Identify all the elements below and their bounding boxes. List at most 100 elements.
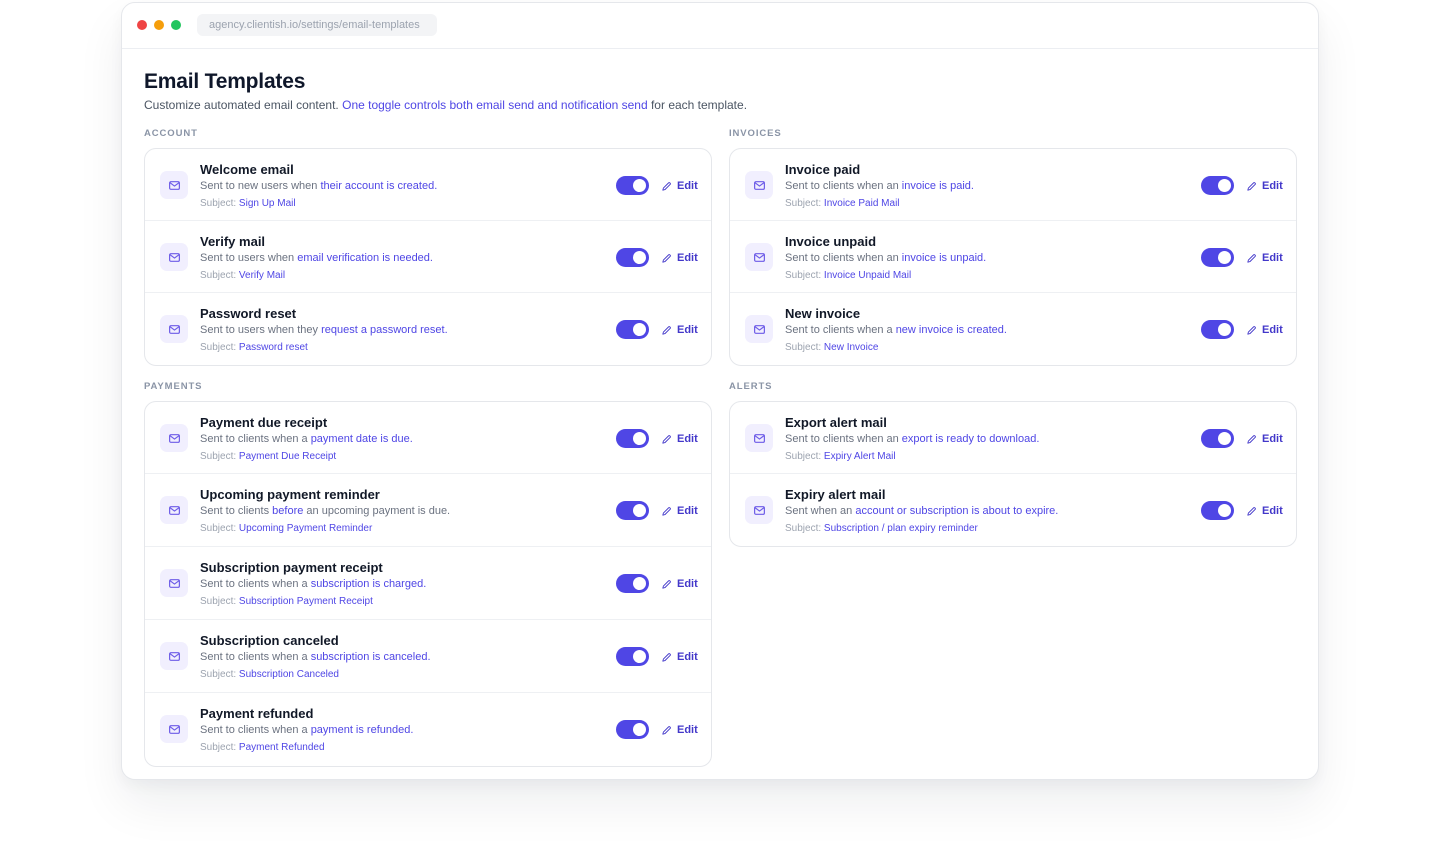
template-name: Invoice paid — [785, 162, 861, 177]
enable-toggle[interactable] — [616, 248, 649, 267]
pencil-icon — [662, 652, 671, 662]
pencil-icon — [662, 725, 671, 735]
template-row: Payment due receipt Sent to clients when… — [145, 402, 711, 474]
edit-button[interactable]: Edit — [1246, 178, 1283, 194]
edit-button[interactable]: Edit — [661, 722, 698, 738]
subject-value: Subscription / plan expiry reminder — [823, 523, 978, 534]
mail-icon — [745, 424, 773, 452]
enable-toggle[interactable] — [616, 501, 649, 520]
edit-button[interactable]: Edit — [661, 431, 698, 447]
template-name: Welcome email — [200, 162, 294, 177]
template-subject: Subject: Password reset — [200, 341, 600, 355]
template-description-text: Sent to clients when an — [785, 180, 902, 192]
toggle-knob — [633, 723, 646, 736]
toggle-knob — [633, 504, 646, 517]
section-title: ACCOUNT — [144, 128, 198, 139]
template-subject: Subject: Subscription Payment Receipt — [200, 595, 600, 609]
edit-button[interactable]: Edit — [661, 250, 698, 266]
mail-icon — [745, 243, 773, 271]
pencil-icon — [662, 253, 671, 263]
toggle-knob — [1218, 504, 1231, 517]
subject-label: Subject: — [200, 451, 239, 462]
subject-value: Expiry Alert Mail — [823, 451, 896, 462]
edit-button[interactable]: Edit — [661, 649, 698, 665]
enable-toggle[interactable] — [616, 647, 649, 666]
enable-toggle[interactable] — [1201, 320, 1234, 339]
template-row: Upcoming payment reminder Sent to client… — [145, 474, 711, 547]
template-row: Invoice paid Sent to clients when an inv… — [730, 149, 1296, 221]
template-row: Expiry alert mail Sent when an account o… — [730, 474, 1296, 546]
edit-button[interactable]: Edit — [1246, 503, 1283, 519]
edit-label: Edit — [677, 505, 698, 517]
template-name: Invoice unpaid — [785, 234, 877, 249]
edit-label: Edit — [677, 324, 698, 336]
subject-label: Subject: — [200, 342, 239, 353]
edit-button[interactable]: Edit — [1246, 322, 1283, 338]
template-name: Password reset — [200, 306, 297, 321]
pencil-icon — [1247, 325, 1256, 335]
edit-button[interactable]: Edit — [661, 503, 698, 519]
edit-button[interactable]: Edit — [661, 576, 698, 592]
edit-label: Edit — [677, 651, 698, 663]
subject-label: Subject: — [785, 270, 824, 281]
template-name: Verify mail — [200, 234, 266, 249]
template-row: Subscription canceled Sent to clients wh… — [145, 620, 711, 693]
enable-toggle[interactable] — [616, 176, 649, 195]
template-description: Sent to users when they request a passwo… — [200, 323, 600, 338]
template-subject: Subject: Payment Due Receipt — [200, 450, 600, 464]
template-description-highlight: payment is refunded. — [310, 724, 414, 736]
section-title: PAYMENTS — [144, 381, 203, 392]
subject-value: Payment Refunded — [238, 742, 325, 753]
edit-button[interactable]: Edit — [661, 322, 698, 338]
page-description-suffix: for each template. — [647, 98, 748, 112]
template-description-highlight: before — [272, 505, 304, 517]
template-card: Invoice paid Sent to clients when an inv… — [729, 148, 1297, 366]
template-description-text: Sent to clients — [200, 505, 273, 517]
template-description: Sent to clients when an export is ready … — [785, 432, 1185, 447]
template-subject: Subject: Verify Mail — [200, 269, 600, 283]
enable-toggle[interactable] — [1201, 429, 1234, 448]
maximize-window-button[interactable] — [171, 20, 181, 30]
edit-button[interactable]: Edit — [661, 178, 698, 194]
enable-toggle[interactable] — [616, 574, 649, 593]
template-subject: Subject: Sign Up Mail — [200, 197, 600, 211]
subject-label: Subject: — [785, 451, 824, 462]
template-subject: Subject: Expiry Alert Mail — [785, 450, 1185, 464]
subject-value: Invoice Unpaid Mail — [823, 270, 912, 281]
enable-toggle[interactable] — [616, 320, 649, 339]
template-description: Sent to clients when an invoice is paid. — [785, 179, 1185, 194]
template-description-text: Sent to clients when a — [200, 578, 311, 590]
enable-toggle[interactable] — [1201, 176, 1234, 195]
template-description-text: Sent to clients when a — [200, 433, 311, 445]
template-description-text: Sent to new users when — [200, 180, 321, 192]
template-name: Upcoming payment reminder — [200, 487, 380, 502]
page-description: Customize automated email content. One t… — [144, 97, 1297, 113]
edit-label: Edit — [677, 252, 698, 264]
template-description-suffix: an upcoming payment is due. — [303, 505, 451, 517]
address-bar[interactable]: agency.clientish.io/settings/email-templ… — [197, 14, 437, 36]
template-description: Sent to users when email verification is… — [200, 251, 600, 266]
section-payments: PAYMENTS Payment due receipt Sent to cli… — [144, 381, 712, 767]
enable-toggle[interactable] — [616, 429, 649, 448]
enable-toggle[interactable] — [616, 720, 649, 739]
template-description-text: Sent to clients when an — [785, 252, 902, 264]
edit-button[interactable]: Edit — [1246, 250, 1283, 266]
enable-toggle[interactable] — [1201, 501, 1234, 520]
template-description-text: Sent to clients when a — [200, 651, 311, 663]
close-window-button[interactable] — [137, 20, 147, 30]
template-subject: Subject: New Invoice — [785, 341, 1185, 355]
template-subject: Subject: Subscription / plan expiry remi… — [785, 522, 1185, 536]
template-text: Upcoming payment reminder Sent to client… — [200, 486, 600, 536]
page-description-highlight: One toggle controls both email send and … — [342, 98, 648, 112]
minimize-window-button[interactable] — [154, 20, 164, 30]
pencil-icon — [662, 181, 671, 191]
template-subject: Subject: Subscription Canceled — [200, 668, 600, 682]
template-description-highlight: payment date is due. — [310, 433, 413, 445]
template-description-highlight: invoice is unpaid. — [901, 252, 987, 264]
edit-label: Edit — [1262, 180, 1283, 192]
template-description: Sent when an account or subscription is … — [785, 504, 1185, 519]
enable-toggle[interactable] — [1201, 248, 1234, 267]
edit-button[interactable]: Edit — [1246, 431, 1283, 447]
mail-icon — [160, 315, 188, 343]
template-description-highlight: email verification is needed. — [297, 252, 433, 264]
